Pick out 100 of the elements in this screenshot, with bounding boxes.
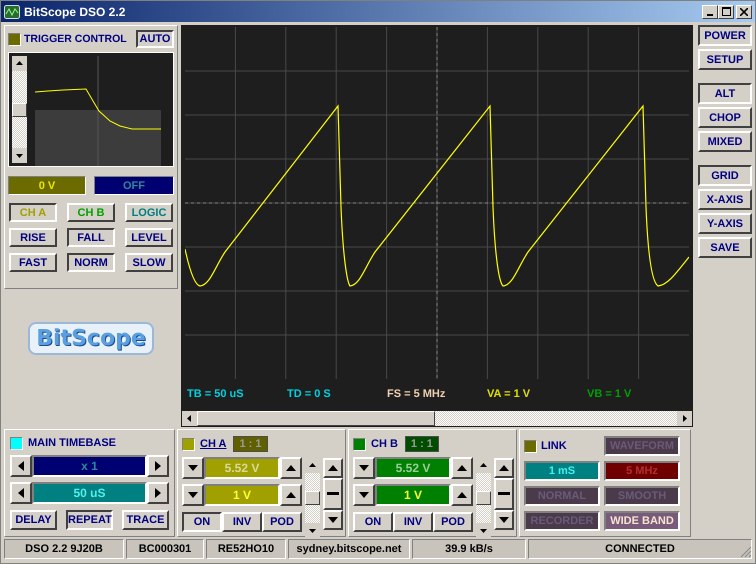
channel-button[interactable]: POD [262, 512, 302, 532]
decrease-button[interactable] [353, 484, 375, 506]
status-field: BC000301 [126, 539, 204, 559]
decrease-button[interactable] [182, 457, 204, 479]
offset-field: 5.52 V [204, 457, 280, 479]
side-button[interactable]: ALT [698, 83, 752, 104]
scope-readout: FS = 5 MHz [387, 388, 446, 400]
down-triangle-icon [359, 465, 369, 471]
up-triangle-icon [499, 464, 509, 471]
trigger-option-button[interactable]: FALL [67, 228, 115, 247]
increase-button[interactable] [451, 484, 473, 506]
link-label: LINK [541, 440, 567, 452]
step-up-button[interactable] [494, 458, 514, 478]
channel-name: CH A [200, 438, 226, 450]
status-field: 39.9 kB/s [412, 539, 526, 559]
trigger-indicator [8, 32, 21, 46]
close-icon [740, 8, 748, 16]
down-triangle-icon [499, 517, 509, 524]
dash-icon [498, 492, 510, 496]
range-field: 1 V [204, 484, 280, 506]
decrease-button[interactable] [182, 484, 204, 506]
right-triangle-icon [155, 488, 161, 498]
side-button[interactable]: X-AXIS [698, 189, 752, 210]
timebase-indicator [10, 436, 23, 450]
maximize-button[interactable] [718, 4, 734, 18]
side-button[interactable]: Y-AXIS [698, 213, 752, 234]
down-triangle-icon [328, 517, 338, 524]
side-button[interactable]: SETUP [698, 49, 752, 70]
status-field: sydney.bitscope.net [288, 539, 410, 559]
scope-readout: VA = 1 V [487, 388, 532, 400]
trigger-option-button[interactable]: NORM [67, 253, 115, 272]
status-field: DSO 2.2 9J20B [4, 539, 124, 559]
left-triangle-icon [18, 488, 24, 498]
channel-name: CH B [371, 438, 398, 450]
channel-button[interactable]: INV [393, 512, 433, 532]
channel-button[interactable]: POD [433, 512, 473, 532]
trigger-option-button[interactable]: LEVEL [125, 228, 173, 247]
channel-button[interactable]: ON [353, 512, 393, 532]
timebase-button[interactable]: TRACE [122, 510, 169, 530]
channel-button[interactable]: INV [222, 512, 262, 532]
step-down-button[interactable] [494, 510, 514, 530]
increase-button[interactable] [280, 457, 302, 479]
scrollbar-thumb[interactable] [305, 491, 320, 505]
step-down-button[interactable] [323, 510, 343, 530]
probe-ratio: 1 : 1 [404, 436, 439, 452]
zoom-field: x 1 [32, 455, 147, 477]
step-up-button[interactable] [323, 458, 343, 478]
side-button[interactable]: CHOP [698, 107, 752, 128]
decrease-button[interactable] [353, 457, 375, 479]
timebase-button[interactable]: DELAY [10, 510, 57, 530]
trigger-option-button[interactable]: FAST [9, 253, 57, 272]
timebase-button[interactable]: REPEAT [66, 510, 113, 530]
dash-icon [327, 492, 339, 496]
trigger-level-scrollbar[interactable] [12, 56, 27, 163]
step-reset-button[interactable] [494, 478, 514, 510]
down-triangle-icon [188, 465, 198, 471]
link-mode-button[interactable]: WIDE BAND [604, 511, 680, 531]
resize-grip-icon [740, 546, 752, 558]
bitscope-logo: BitScope [28, 322, 154, 355]
status-field: CONNECTED [528, 539, 752, 559]
timebase-label: MAIN TIMEBASE [28, 437, 116, 449]
scope-readout: TD = 0 S [287, 388, 332, 400]
step-reset-button[interactable] [323, 478, 343, 510]
side-button[interactable]: SAVE [698, 237, 752, 258]
increase-button[interactable] [147, 455, 169, 477]
side-button[interactable]: MIXED [698, 131, 752, 152]
up-triangle-icon [286, 492, 296, 498]
minimize-icon [707, 14, 713, 16]
oscilloscope-icon [4, 4, 20, 18]
increase-button[interactable] [280, 484, 302, 506]
decrease-button[interactable] [10, 455, 32, 477]
scrollbar-thumb[interactable] [12, 102, 27, 116]
up-triangle-icon [286, 465, 296, 471]
scrollbar-thumb[interactable] [197, 411, 435, 426]
increase-button[interactable] [147, 482, 169, 504]
increase-button[interactable] [451, 457, 473, 479]
scope-readout: VB = 1 V [587, 388, 632, 400]
timebase-field: 50 uS [32, 482, 147, 504]
side-button[interactable]: POWER [698, 25, 752, 46]
scrollbar-thumb[interactable] [476, 491, 491, 505]
down-triangle-icon [188, 492, 198, 498]
maximize-icon [722, 7, 730, 16]
trigger-option-button[interactable]: RISE [9, 228, 57, 247]
minimize-button[interactable] [702, 4, 718, 18]
offset-field: 5.52 V [375, 457, 451, 479]
down-triangle-icon [359, 492, 369, 498]
up-triangle-icon [328, 464, 338, 471]
status-field: RE52HO10 [206, 539, 286, 559]
trigger-option-button[interactable]: SLOW [125, 253, 173, 272]
close-button[interactable] [736, 4, 752, 18]
link-indicator [524, 440, 537, 452]
side-button[interactable]: GRID [698, 165, 752, 186]
trigger-mode-display: OFF [94, 176, 174, 195]
auto-button[interactable]: AUTO [136, 30, 174, 48]
window-title: BitScope DSO 2.2 [24, 4, 126, 18]
channel-button[interactable]: ON [182, 512, 222, 532]
decrease-button[interactable] [10, 482, 32, 504]
scope-readout: TB = 50 uS [187, 388, 245, 400]
right-triangle-icon [155, 461, 161, 471]
left-triangle-icon [18, 461, 24, 471]
